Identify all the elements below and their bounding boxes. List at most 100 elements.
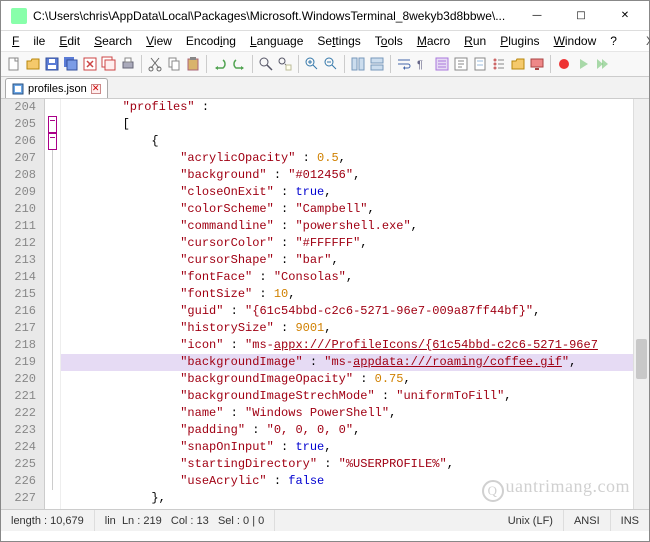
svg-text:¶: ¶	[417, 59, 423, 71]
code-line[interactable]: "icon" : "ms-appx:///ProfileIcons/{61c54…	[61, 337, 649, 354]
zoom-in-icon[interactable]	[303, 55, 321, 73]
monitor-icon[interactable]	[528, 55, 546, 73]
scrollbar-thumb[interactable]	[636, 339, 647, 379]
tab-close-icon[interactable]: ✕	[91, 84, 101, 94]
code-line[interactable]: "snapOnInput" : true,	[61, 439, 649, 456]
new-file-icon[interactable]	[5, 55, 23, 73]
line-number: 209	[1, 184, 44, 201]
code-line[interactable]: "startingDirectory" : "%USERPROFILE%",	[61, 456, 649, 473]
save-icon[interactable]	[43, 55, 61, 73]
open-file-icon[interactable]	[24, 55, 42, 73]
code-line[interactable]: "fontSize" : 10,	[61, 286, 649, 303]
indent-guide-icon[interactable]	[433, 55, 451, 73]
line-number: 226	[1, 473, 44, 490]
code-line[interactable]: "historySize" : 9001,	[61, 320, 649, 337]
line-number: 211	[1, 218, 44, 235]
line-number: 223	[1, 422, 44, 439]
code-line[interactable]: {	[61, 133, 649, 150]
menu-x-button[interactable]: X	[638, 32, 650, 50]
zoom-out-icon[interactable]	[322, 55, 340, 73]
code-line[interactable]: "background" : "#012456",	[61, 167, 649, 184]
code-line[interactable]: "commandline" : "powershell.exe",	[61, 218, 649, 235]
code-line[interactable]: "guid" : "{61c54bbd-c2c6-5271-96e7-009a8…	[61, 303, 649, 320]
play-multi-icon[interactable]	[593, 55, 611, 73]
userlang-icon[interactable]	[452, 55, 470, 73]
menu-file[interactable]: File	[5, 32, 52, 50]
line-number: 208	[1, 167, 44, 184]
line-number: 227	[1, 490, 44, 507]
code-line[interactable]: "name" : "Windows PowerShell",	[61, 405, 649, 422]
save-all-icon[interactable]	[62, 55, 80, 73]
fold-column[interactable]	[45, 99, 61, 509]
line-number: 204	[1, 99, 44, 116]
sync-h-icon[interactable]	[368, 55, 386, 73]
replace-icon[interactable]	[276, 55, 294, 73]
record-macro-icon[interactable]	[555, 55, 573, 73]
cut-icon[interactable]	[146, 55, 164, 73]
code-line[interactable]: "backgroundImage" : "ms-appdata:///roami…	[61, 354, 649, 371]
sync-v-icon[interactable]	[349, 55, 367, 73]
close-button[interactable]: ✕	[603, 1, 647, 31]
code-line[interactable]: },	[61, 490, 649, 507]
wordwrap-icon[interactable]	[395, 55, 413, 73]
func-list-icon[interactable]	[490, 55, 508, 73]
code-area[interactable]: "profiles" : [ { "acrylicOpacity" : 0.5,…	[61, 99, 649, 509]
code-line[interactable]: "padding" : "0, 0, 0, 0",	[61, 422, 649, 439]
code-line[interactable]: "cursorShape" : "bar",	[61, 252, 649, 269]
menu-help[interactable]: ?	[603, 32, 624, 50]
code-line[interactable]: "profiles" :	[61, 99, 649, 116]
status-lines: lin Ln : 219 Col : 13 Sel : 0 | 0	[95, 510, 275, 531]
code-line[interactable]: [	[61, 116, 649, 133]
copy-icon[interactable]	[165, 55, 183, 73]
close-file-icon[interactable]	[81, 55, 99, 73]
line-number: 224	[1, 439, 44, 456]
menu-edit[interactable]: Edit	[52, 32, 87, 50]
code-line[interactable]: "fontFace" : "Consolas",	[61, 269, 649, 286]
line-number: 210	[1, 201, 44, 218]
menu-plugins[interactable]: Plugins	[493, 32, 546, 50]
undo-icon[interactable]	[211, 55, 229, 73]
find-icon[interactable]	[257, 55, 275, 73]
code-line[interactable]: "colorScheme" : "Campbell",	[61, 201, 649, 218]
vertical-scrollbar[interactable]	[633, 99, 649, 509]
menu-search[interactable]: Search	[87, 32, 139, 50]
menu-language[interactable]: Language	[243, 32, 310, 50]
doc-map-icon[interactable]	[471, 55, 489, 73]
code-line[interactable]: "useAcrylic" : false	[61, 473, 649, 490]
code-line[interactable]: "backgroundImageStrechMode" : "uniformTo…	[61, 388, 649, 405]
toolbar: ¶	[1, 51, 649, 77]
code-line[interactable]: "acrylicOpacity" : 0.5,	[61, 150, 649, 167]
menu-view[interactable]: View	[139, 32, 179, 50]
status-eol: Unix (LF)	[498, 510, 564, 531]
line-number: 207	[1, 150, 44, 167]
show-all-chars-icon[interactable]: ¶	[414, 55, 432, 73]
line-number: 220	[1, 371, 44, 388]
menu-settings[interactable]: Settings	[310, 32, 367, 50]
menu-encoding[interactable]: Encoding	[179, 32, 243, 50]
minimize-button[interactable]: —	[515, 1, 559, 31]
maximize-button[interactable]: □	[559, 1, 603, 31]
code-line[interactable]: "backgroundImageOpacity" : 0.75,	[61, 371, 649, 388]
folder-icon[interactable]	[509, 55, 527, 73]
menu-run[interactable]: Run	[457, 32, 493, 50]
close-all-icon[interactable]	[100, 55, 118, 73]
paste-icon[interactable]	[184, 55, 202, 73]
status-length: length : 10,679	[1, 510, 95, 531]
menu-window[interactable]: Window	[547, 32, 604, 50]
line-number: 206	[1, 133, 44, 150]
menu-macro[interactable]: Macro	[410, 32, 457, 50]
print-icon[interactable]	[119, 55, 137, 73]
line-number: 219	[1, 354, 44, 371]
menu-tools[interactable]: Tools	[368, 32, 410, 50]
line-number: 218	[1, 337, 44, 354]
line-number: 222	[1, 405, 44, 422]
redo-icon[interactable]	[230, 55, 248, 73]
line-number: 216	[1, 303, 44, 320]
code-line[interactable]: "cursorColor" : "#FFFFFF",	[61, 235, 649, 252]
line-number: 215	[1, 286, 44, 303]
code-line[interactable]: "closeOnExit" : true,	[61, 184, 649, 201]
editor[interactable]: 2042052062072082092102112122132142152162…	[1, 99, 649, 509]
play-macro-icon[interactable]	[574, 55, 592, 73]
file-icon	[12, 83, 24, 95]
tab-profiles-json[interactable]: profiles.json ✕	[5, 78, 108, 98]
